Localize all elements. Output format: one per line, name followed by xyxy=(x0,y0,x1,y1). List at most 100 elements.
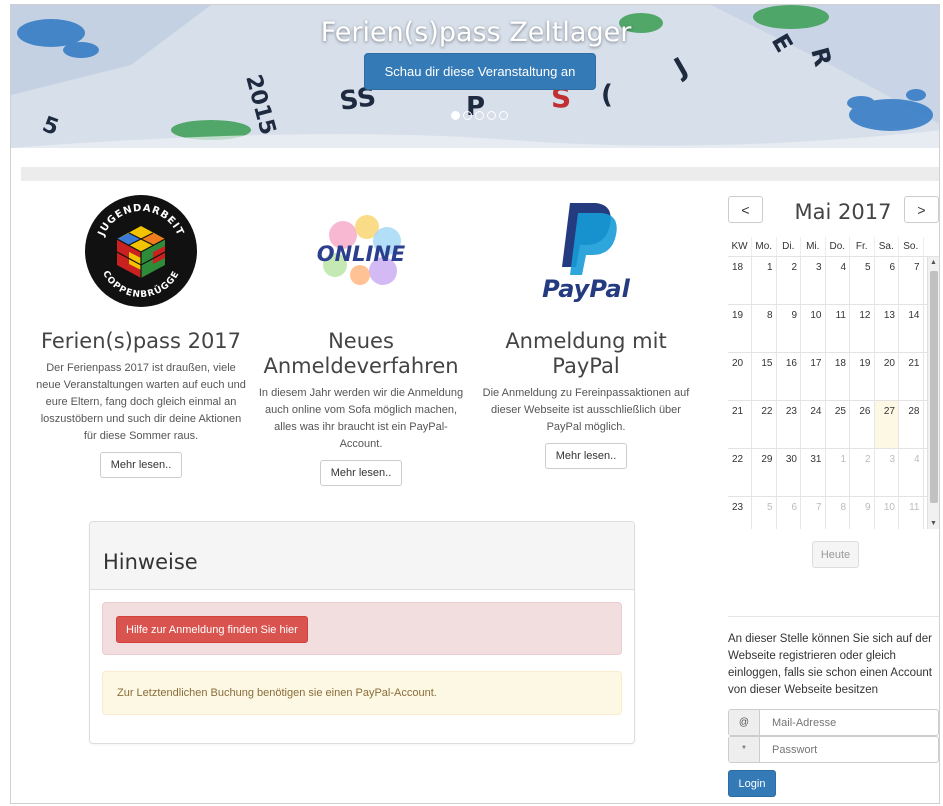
calendar-day-cell[interactable]: 4 xyxy=(826,257,850,304)
calendar-day-cell[interactable]: 8 xyxy=(826,497,850,529)
calendar-header-cell: So. xyxy=(899,237,924,256)
carousel-dot[interactable] xyxy=(475,111,484,120)
calendar-week-row: 21 22 23 24 25 26 27 28 xyxy=(728,401,939,449)
warning-alert: Zur Letztendlichen Buchung benötigen sie… xyxy=(102,671,622,715)
calendar-day-cell[interactable]: 9 xyxy=(777,305,801,352)
calendar-day-cell[interactable]: 20 xyxy=(875,353,899,400)
carousel-indicators xyxy=(451,111,508,120)
hero-carousel[interactable]: 2015 SS P S ( J E R 5 Ferien(s)pass Zelt… xyxy=(11,5,939,148)
login-button[interactable]: Login xyxy=(728,770,776,797)
calendar-day-cell[interactable]: 30 xyxy=(777,449,801,496)
chevron-left-icon: < xyxy=(741,201,750,218)
password-field[interactable] xyxy=(760,737,938,762)
calendar-day-cell[interactable]: 11 xyxy=(899,497,924,529)
paypal-logo-graphic: PayPal xyxy=(542,203,631,303)
calendar-day-cell[interactable]: 29 xyxy=(752,449,777,496)
calendar-day-cell[interactable]: 18 xyxy=(826,353,850,400)
login-intro: An dieser Stelle können Sie sich auf der… xyxy=(728,633,932,696)
calendar-day-cell[interactable]: 10 xyxy=(801,305,826,352)
feature-text: Die Anmeldung zu Fereinpassaktionen auf … xyxy=(482,387,690,433)
calendar-day-cell[interactable]: 31 xyxy=(801,449,826,496)
calendar-prev-button[interactable]: < xyxy=(728,196,763,223)
carousel-dot[interactable] xyxy=(487,111,496,120)
scroll-up-icon[interactable]: ▲ xyxy=(930,259,937,266)
feature-text: In diesem Jahr werden wir die Anmeldung … xyxy=(258,387,464,450)
carousel-dot[interactable] xyxy=(463,111,472,120)
calendar-day-cell[interactable]: 16 xyxy=(777,353,801,400)
calendar-day-cell[interactable]: 10 xyxy=(875,497,899,529)
calendar-week-row: 19 8 9 10 11 12 13 14 xyxy=(728,305,939,353)
feature-ferienpass: JUGENDARBEIT COPPENBRÜGGE Ferien(s)pass … xyxy=(33,185,249,478)
feature-paypal: PayPal Anmeldung mit PayPal Die Anmeldun… xyxy=(481,185,691,469)
calendar-day-cell[interactable]: 9 xyxy=(850,497,875,529)
calendar-week-row: 20 15 16 17 18 19 20 21 xyxy=(728,353,939,401)
hero-event-button[interactable]: Schau dir diese Veranstaltung an xyxy=(364,53,596,90)
feature-text: Der Ferienpass 2017 ist draußen, viele n… xyxy=(36,362,246,442)
scroll-down-icon[interactable]: ▼ xyxy=(930,520,937,527)
calendar-day-cell[interactable]: 2 xyxy=(850,449,875,496)
calendar-next-button[interactable]: > xyxy=(904,196,939,223)
help-button[interactable]: Hilfe zur Anmeldung finden Sie hier xyxy=(116,616,308,643)
calendar-day-cell[interactable]: 28 xyxy=(899,401,924,448)
calendar-day-cell[interactable]: 4 xyxy=(899,449,924,496)
calendar-day-cell[interactable]: 5 xyxy=(850,257,875,304)
page-frame: 2015 SS P S ( J E R 5 Ferien(s)pass Zelt… xyxy=(10,4,940,804)
asterisk-icon: * xyxy=(729,737,760,762)
divider-bar xyxy=(21,167,939,181)
calendar-day-cell[interactable]: 19 xyxy=(850,353,875,400)
email-field[interactable] xyxy=(760,710,938,735)
calendar-week-number: 21 xyxy=(728,401,752,448)
carousel-dot[interactable] xyxy=(499,111,508,120)
scrollbar-thumb[interactable] xyxy=(930,271,938,503)
calendar-header-cell: Mi. xyxy=(801,237,826,256)
calendar-day-cell[interactable]: 3 xyxy=(875,449,899,496)
calendar-day-cell[interactable]: 7 xyxy=(899,257,924,304)
calendar-day-cell[interactable]: 2 xyxy=(777,257,801,304)
calendar-day-cell[interactable]: 26 xyxy=(850,401,875,448)
calendar-day-cell[interactable]: 22 xyxy=(752,401,777,448)
calendar-week-number: 23 xyxy=(728,497,752,529)
calendar-header-cell: Do. xyxy=(826,237,850,256)
calendar-scrollbar[interactable]: ▲ ▼ xyxy=(927,257,939,529)
calendar-week-row: 23 5 6 7 8 9 10 11 xyxy=(728,497,939,529)
read-more-button[interactable]: Mehr lesen.. xyxy=(544,443,628,469)
calendar-day-cell[interactable]: 5 xyxy=(752,497,777,529)
calendar-day-cell[interactable]: 17 xyxy=(801,353,826,400)
calendar-header-row: KW Mo. Di. Mi. Do. Fr. Sa. So. xyxy=(728,237,939,257)
calendar-day-cell[interactable]: 11 xyxy=(826,305,850,352)
calendar-day-cell[interactable]: 24 xyxy=(801,401,826,448)
calendar-day-cell[interactable]: 1 xyxy=(752,257,777,304)
today-button[interactable]: Heute xyxy=(812,541,859,568)
calendar-day-cell[interactable]: 7 xyxy=(801,497,826,529)
carousel-dot[interactable] xyxy=(451,111,460,120)
online-logo: ONLINE xyxy=(305,195,417,307)
calendar-day-cell[interactable]: 3 xyxy=(801,257,826,304)
calendar-week-row: 18 1 2 3 4 5 6 7 xyxy=(728,257,939,305)
sidebar-divider xyxy=(728,616,939,617)
calendar-day-cell[interactable]: 14 xyxy=(899,305,924,352)
jugendarbeit-logo: JUGENDARBEIT COPPENBRÜGGE xyxy=(85,195,197,307)
calendar-day-cell[interactable]: 25 xyxy=(826,401,850,448)
calendar-day-cell[interactable]: 6 xyxy=(777,497,801,529)
calendar-day-cell[interactable]: 23 xyxy=(777,401,801,448)
calendar-body: 18 1 2 3 4 5 6 7 19 8 9 10 11 12 13 14 20 15 16 17 18 19 20 21 2… xyxy=(728,257,939,529)
feature-title: Anmeldung mit PayPal xyxy=(505,329,667,378)
chevron-right-icon: > xyxy=(917,201,926,218)
calendar-day-cell[interactable]: 8 xyxy=(752,305,777,352)
calendar-day-cell[interactable]: 21 xyxy=(899,353,924,400)
danger-alert: Hilfe zur Anmeldung finden Sie hier xyxy=(102,602,622,655)
panel-title: Hinweise xyxy=(103,550,198,574)
calendar-day-cell[interactable]: 1 xyxy=(826,449,850,496)
calendar-header-cell: Fr. xyxy=(850,237,875,256)
read-more-button[interactable]: Mehr lesen.. xyxy=(99,452,183,478)
calendar-week-number: 22 xyxy=(728,449,752,496)
at-icon: @ xyxy=(729,710,760,735)
calendar-day-cell[interactable]: 13 xyxy=(875,305,899,352)
calendar-day-cell[interactable]: 27 xyxy=(874,401,899,448)
calendar-day-cell[interactable]: 15 xyxy=(752,353,777,400)
read-more-button[interactable]: Mehr lesen.. xyxy=(319,460,403,486)
calendar-day-cell[interactable]: 6 xyxy=(875,257,899,304)
calendar-week-number: 18 xyxy=(728,257,752,304)
calendar-day-cell[interactable]: 12 xyxy=(850,305,875,352)
svg-text:ONLINE: ONLINE xyxy=(317,242,406,266)
